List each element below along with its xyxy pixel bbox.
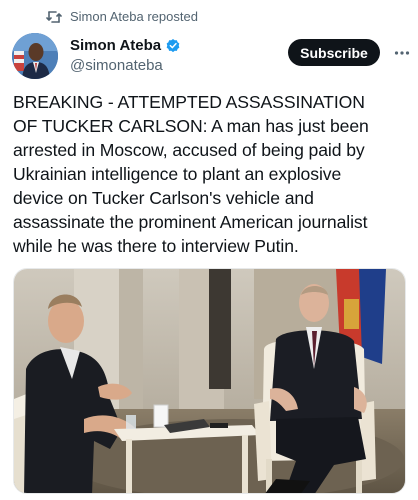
author-handle[interactable]: @simonateba <box>70 57 163 74</box>
subscribe-button[interactable]: Subscribe <box>288 39 380 66</box>
interview-photo-image <box>14 269 405 493</box>
tweet-photo[interactable] <box>13 268 406 494</box>
tweet-text: BREAKING - ATTEMPTED ASSASSINATION OF TU… <box>13 92 369 256</box>
more-icon[interactable] <box>394 45 410 61</box>
tweet-header: Simon Ateba @simonateba Subscribe <box>12 33 410 81</box>
verified-badge-icon <box>165 38 181 54</box>
avatar[interactable] <box>12 33 58 79</box>
author-name-row[interactable]: Simon Ateba <box>70 37 181 54</box>
repost-icon <box>46 10 62 24</box>
repost-indicator[interactable]: Simon Ateba reposted <box>46 9 198 24</box>
author-name[interactable]: Simon Ateba <box>70 37 161 54</box>
repost-label: Simon Ateba reposted <box>70 9 198 24</box>
